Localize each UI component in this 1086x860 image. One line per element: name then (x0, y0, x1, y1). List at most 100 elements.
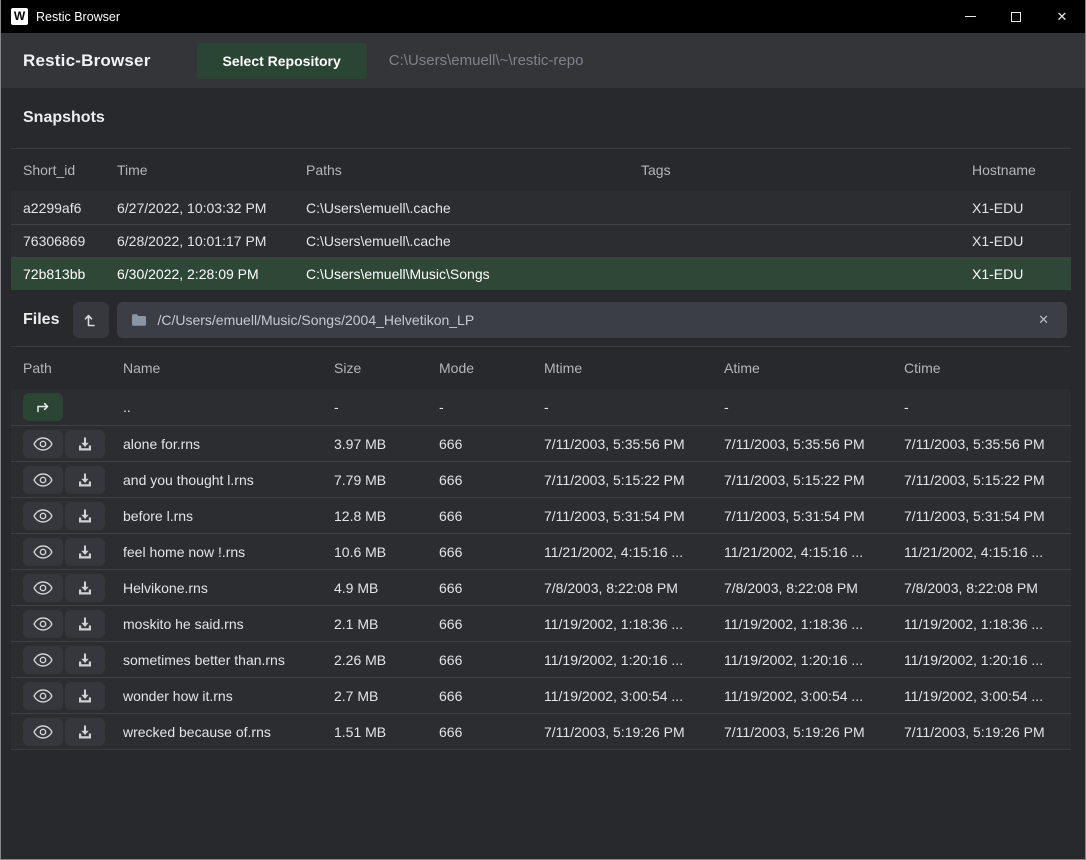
files-column-mode: Mode (427, 360, 532, 376)
clear-path-icon[interactable]: ✕ (1034, 310, 1053, 330)
download-icon (77, 724, 93, 740)
download-icon (77, 652, 93, 668)
preview-file-button[interactable] (23, 646, 63, 674)
eye-icon (33, 617, 53, 631)
snapshots-column-tags: Tags (629, 162, 960, 178)
file-actions (11, 502, 111, 530)
maximize-icon (1011, 12, 1021, 22)
file-name: feel home now !.rns (111, 544, 322, 560)
file-actions (11, 430, 111, 458)
snapshot-short_id: 76306869 (11, 233, 105, 249)
download-file-button[interactable] (65, 502, 105, 530)
preview-file-button[interactable] (23, 502, 63, 530)
file-name: and you thought l.rns (111, 472, 322, 488)
files-rows: ..-----alone for.rns3.97 MB6667/11/2003,… (11, 389, 1071, 749)
file-mode: 666 (427, 436, 532, 452)
folder-icon (131, 313, 147, 327)
download-file-button[interactable] (65, 538, 105, 566)
file-mode: 666 (427, 724, 532, 740)
download-file-button[interactable] (65, 574, 105, 602)
app-window: W Restic Browser ✕ Restic-Browser Select… (0, 0, 1086, 860)
file-mode: 666 (427, 616, 532, 632)
download-icon (77, 616, 93, 632)
app-logo-icon: W (11, 8, 28, 25)
file-mode: 666 (427, 688, 532, 704)
preview-file-button[interactable] (23, 574, 63, 602)
file-mtime: 7/11/2003, 5:19:26 PM (532, 724, 712, 740)
eye-icon (33, 509, 53, 523)
maximize-button[interactable] (993, 0, 1039, 33)
file-atime: 7/11/2003, 5:35:56 PM (712, 436, 892, 452)
download-file-button[interactable] (65, 718, 105, 746)
preview-file-button[interactable] (23, 682, 63, 710)
download-icon (77, 472, 93, 488)
up-level-button[interactable] (73, 302, 109, 338)
file-row: and you thought l.rns7.79 MB6667/11/2003… (11, 461, 1071, 497)
snapshot-row[interactable]: 763068696/28/2022, 10:01:17 PMC:\Users\e… (11, 224, 1071, 257)
download-file-button[interactable] (65, 646, 105, 674)
snapshots-column-short_id: Short_id (11, 162, 105, 178)
snapshot-row[interactable]: 72b813bb6/30/2022, 2:28:09 PMC:\Users\em… (11, 257, 1071, 290)
file-ctime: 11/19/2002, 1:20:16 ... (892, 652, 1071, 668)
file-atime: 7/8/2003, 8:22:08 PM (712, 580, 892, 596)
file-size: 10.6 MB (322, 544, 427, 560)
preview-file-button[interactable] (23, 718, 63, 746)
preview-file-button[interactable] (23, 430, 63, 458)
preview-file-button[interactable] (23, 538, 63, 566)
files-table: PathNameSizeModeMtimeAtimeCtime ..-----a… (11, 346, 1071, 750)
close-button[interactable]: ✕ (1039, 0, 1085, 33)
file-mtime: 7/11/2003, 5:35:56 PM (532, 436, 712, 452)
files-header-row: PathNameSizeModeMtimeAtimeCtime (11, 347, 1071, 389)
file-size: 1.51 MB (322, 724, 427, 740)
file-row: wrecked because of.rns1.51 MB6667/11/200… (11, 713, 1071, 749)
snapshots-column-hostname: Hostname (960, 162, 1071, 178)
download-file-button[interactable] (65, 466, 105, 494)
files-column-atime: Atime (712, 360, 892, 376)
parent-dir-button[interactable] (23, 393, 63, 421)
file-size: 4.9 MB (322, 580, 427, 596)
snapshot-hostname: X1-EDU (960, 233, 1071, 249)
file-name: wonder how it.rns (111, 688, 322, 704)
files-column-name: Name (111, 360, 322, 376)
snapshot-paths: C:\Users\emuell\.cache (294, 200, 629, 216)
file-name: moskito he said.rns (111, 616, 322, 632)
download-icon (77, 580, 93, 596)
file-ctime: 7/11/2003, 5:31:54 PM (892, 508, 1071, 524)
snapshots-rows: a2299af66/27/2022, 10:03:32 PMC:\Users\e… (11, 191, 1071, 290)
snapshot-hostname: X1-EDU (960, 266, 1071, 282)
file-ctime: 7/11/2003, 5:15:22 PM (892, 472, 1071, 488)
file-actions (11, 393, 111, 421)
file-size: - (322, 399, 427, 415)
minimize-button[interactable] (947, 0, 993, 33)
download-file-button[interactable] (65, 430, 105, 458)
file-name: sometimes better than.rns (111, 652, 322, 668)
download-icon (77, 508, 93, 524)
file-mtime: 7/11/2003, 5:31:54 PM (532, 508, 712, 524)
file-actions (11, 646, 111, 674)
file-row: moskito he said.rns2.1 MB66611/19/2002, … (11, 605, 1071, 641)
snapshot-paths: C:\Users\emuell\.cache (294, 233, 629, 249)
snapshots-column-time: Time (105, 162, 294, 178)
select-repository-button[interactable]: Select Repository (197, 43, 367, 79)
file-name: wrecked because of.rns (111, 724, 322, 740)
current-path-bar[interactable]: /C/Users/emuell/Music/Songs/2004_Helveti… (117, 302, 1067, 338)
snapshot-row[interactable]: a2299af66/27/2022, 10:03:32 PMC:\Users\e… (11, 191, 1071, 224)
parent-dir-icon (35, 399, 51, 415)
download-file-button[interactable] (65, 682, 105, 710)
download-icon (77, 436, 93, 452)
preview-file-button[interactable] (23, 466, 63, 494)
file-ctime: 11/19/2002, 1:18:36 ... (892, 616, 1071, 632)
file-atime: 11/19/2002, 1:20:16 ... (712, 652, 892, 668)
eye-icon (33, 437, 53, 451)
file-mtime: 11/19/2002, 1:18:36 ... (532, 616, 712, 632)
preview-file-button[interactable] (23, 610, 63, 638)
file-mode: 666 (427, 652, 532, 668)
files-column-ctime: Ctime (892, 360, 1071, 376)
snapshots-column-paths: Paths (294, 162, 629, 178)
download-file-button[interactable] (65, 610, 105, 638)
file-mtime: 7/8/2003, 8:22:08 PM (532, 580, 712, 596)
file-ctime: 7/11/2003, 5:19:26 PM (892, 724, 1071, 740)
file-size: 12.8 MB (322, 508, 427, 524)
files-heading: Files (23, 311, 59, 329)
file-mode: - (427, 399, 532, 415)
